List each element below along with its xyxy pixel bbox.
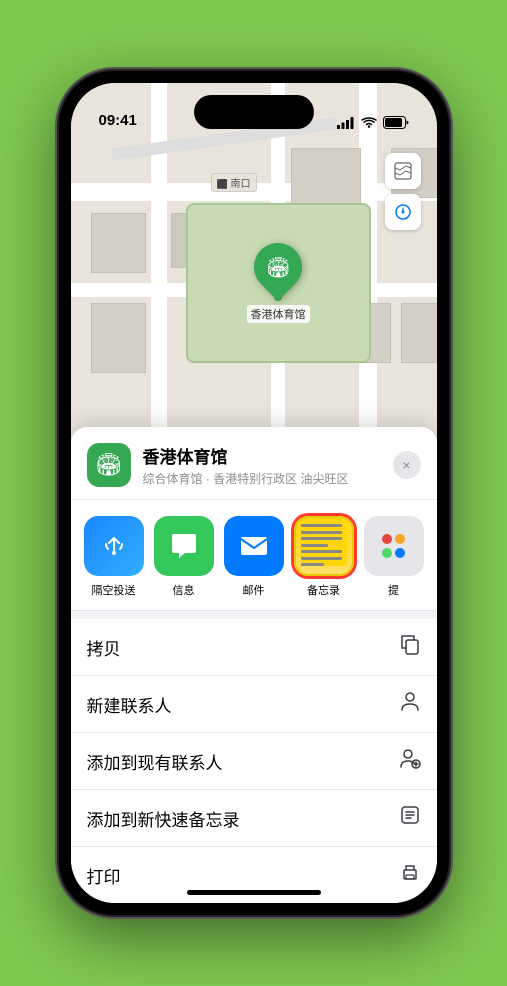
- pin-marker: 🏟: [244, 233, 312, 301]
- compass-icon: [394, 203, 412, 221]
- location-button[interactable]: [385, 194, 421, 230]
- mail-label: 邮件: [243, 582, 265, 598]
- share-app-mail[interactable]: 邮件: [219, 516, 289, 598]
- more-icon: [364, 516, 424, 576]
- airdrop-icon: [84, 516, 144, 576]
- location-info: 香港体育馆 综合体育馆 · 香港特别行政区 油尖旺区: [143, 443, 381, 487]
- building: [91, 213, 146, 273]
- new-contact-label: 新建联系人: [87, 692, 172, 717]
- close-button[interactable]: ×: [393, 451, 421, 479]
- wifi-icon: [361, 117, 377, 129]
- status-time: 09:41: [99, 112, 137, 129]
- notes-icon: [294, 516, 354, 576]
- location-name: 香港体育馆: [143, 443, 381, 468]
- map-pin: 🏟 香港体育馆: [247, 243, 310, 323]
- dynamic-island: [194, 95, 314, 129]
- building: [91, 303, 146, 373]
- person-icon: [399, 690, 421, 718]
- quick-note-label: 添加到新快速备忘录: [87, 806, 240, 831]
- print-icon: [399, 861, 421, 889]
- menu-list: 拷贝 新建联系人: [71, 619, 437, 903]
- map-label-south: ⬛ 南口: [211, 173, 257, 192]
- location-venue-icon: 🏟: [87, 443, 131, 487]
- map-controls: [385, 153, 421, 230]
- share-app-notes[interactable]: 备忘录: [289, 516, 359, 598]
- airdrop-label: 隔空投送: [92, 582, 136, 598]
- status-icons: [337, 116, 409, 129]
- signal-icon: [337, 117, 355, 129]
- stadium-icon: 🏟: [265, 255, 290, 280]
- print-label: 打印: [87, 863, 121, 888]
- home-indicator: [187, 890, 321, 895]
- pin-label: 香港体育馆: [247, 305, 310, 323]
- person-add-icon: [399, 747, 421, 775]
- mail-icon: [224, 516, 284, 576]
- location-description: 综合体育馆 · 香港特别行政区 油尖旺区: [143, 470, 381, 487]
- location-header: 🏟 香港体育馆 综合体育馆 · 香港特别行政区 油尖旺区 ×: [71, 427, 437, 500]
- phone-screen: 09:41: [71, 83, 437, 903]
- map-icon: [394, 162, 412, 180]
- share-app-airdrop[interactable]: 隔空投送: [79, 516, 149, 598]
- notes-label: 备忘录: [307, 582, 340, 598]
- share-apps-list: 隔空投送 信息: [71, 516, 437, 598]
- phone-frame: 09:41: [59, 71, 449, 915]
- share-app-messages[interactable]: 信息: [149, 516, 219, 598]
- more-label: 提: [388, 582, 399, 598]
- battery-icon: [383, 116, 409, 129]
- menu-item-add-contact[interactable]: 添加到现有联系人: [71, 733, 437, 790]
- messages-icon: [154, 516, 214, 576]
- messages-label: 信息: [173, 582, 195, 598]
- map-type-button[interactable]: [385, 153, 421, 189]
- share-app-more[interactable]: 提: [359, 516, 429, 598]
- add-contact-label: 添加到现有联系人: [87, 749, 223, 774]
- copy-label: 拷贝: [87, 635, 121, 660]
- building: [401, 303, 437, 363]
- menu-item-new-contact[interactable]: 新建联系人: [71, 676, 437, 733]
- share-row: 隔空投送 信息: [71, 500, 437, 611]
- bottom-sheet: 🏟 香港体育馆 综合体育馆 · 香港特别行政区 油尖旺区 ×: [71, 427, 437, 903]
- menu-item-quick-note[interactable]: 添加到新快速备忘录: [71, 790, 437, 847]
- note-icon: [399, 804, 421, 832]
- menu-item-copy[interactable]: 拷贝: [71, 619, 437, 676]
- copy-icon: [399, 633, 421, 661]
